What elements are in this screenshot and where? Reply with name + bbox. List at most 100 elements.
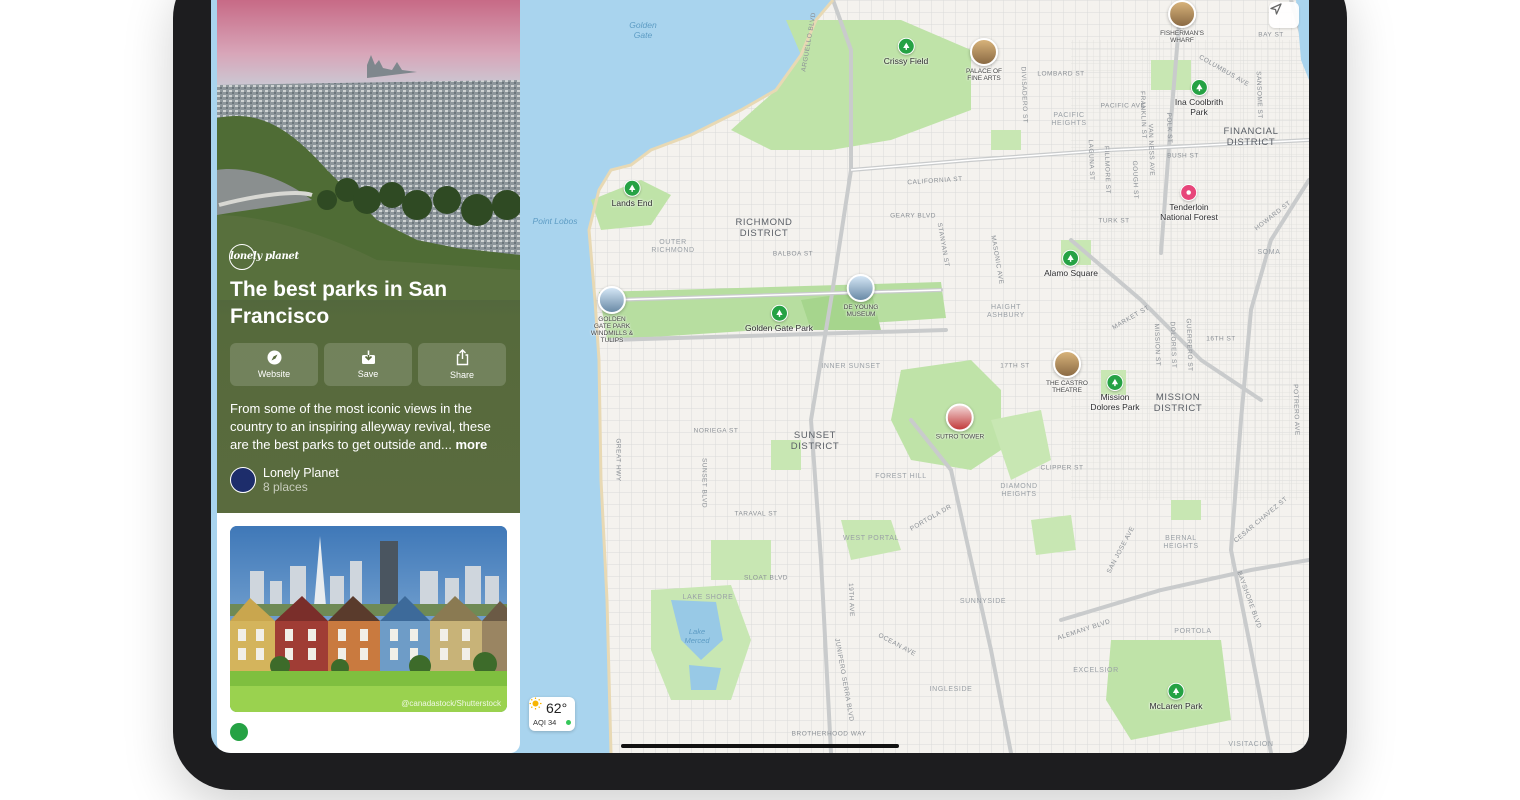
map-label-lake-merced: Lake Merced [684, 627, 710, 645]
pin-castro-theatre[interactable]: THE CASTRO THEATRE [1046, 350, 1088, 394]
pin-label: FISHERMAN'S WHARF [1160, 30, 1204, 44]
weather-widget[interactable]: 62° AQI 34 [529, 697, 575, 731]
pin-fishermans-wharf[interactable]: FISHERMAN'S WHARF [1160, 0, 1204, 44]
map-street-gough: GOUGH ST [1130, 160, 1140, 200]
guide-panel[interactable]: lonely planet The best parks in San Fran… [217, 0, 520, 753]
map-label-financial: FINANCIAL DISTRICT [1223, 126, 1279, 148]
map-street-brotherhood: BROTHERHOOD WAY [791, 730, 867, 738]
publisher-avatar [230, 467, 256, 493]
map-street-mission: MISSION ST [1152, 323, 1162, 367]
map-street-clipper: CLIPPER ST [1040, 464, 1084, 472]
tree-icon [623, 179, 641, 197]
windmill-landmark-icon [597, 286, 626, 314]
pin-alamo-square[interactable]: Alamo Square [1044, 249, 1098, 279]
map-street-19th: 19TH AVE [846, 582, 856, 618]
guide-title: The best parks in San Francisco [230, 278, 448, 328]
painted-ladies-photo [230, 526, 507, 712]
tower-landmark-icon [945, 403, 974, 432]
pin-de-young[interactable]: DE YOUNG MUSEUM [843, 274, 879, 318]
pin-tenderloin-forest[interactable]: Tenderloin National Forest [1160, 184, 1218, 222]
pin-label: Lands End [611, 197, 653, 208]
pin-ina-coolbrith[interactable]: Ina Coolbrith Park [1175, 79, 1223, 117]
map-street-pacific: PACIFIC AVE [1100, 102, 1146, 110]
pin-label: McLaren Park [1149, 700, 1203, 711]
more-link[interactable]: more [456, 437, 488, 452]
pin-label: DE YOUNG MUSEUM [843, 304, 879, 318]
map-label-outer-richmond: OUTER RICHMOND [651, 239, 695, 254]
place-photo-card[interactable]: @canadastock/Shutterstock [230, 526, 507, 712]
pin-lands-end[interactable]: Lands End [611, 179, 653, 209]
map-street-sloat: SLOAT BLVD [743, 574, 789, 582]
pin-palace-fine-arts[interactable]: PALACE OF FINE ARTS [966, 38, 1002, 82]
tree-icon [1062, 249, 1080, 267]
ipad-screen: RICHMOND DISTRICT SUNSET DISTRICT MISSIO… [211, 0, 1309, 753]
map-street-bush: BUSH ST [1167, 152, 1199, 160]
map-label-inner-sunset: INNER SUNSET [821, 363, 881, 370]
pin-sutro-tower[interactable]: SUTRO TOWER [935, 403, 985, 441]
map-street-taraval: TARAVAL ST [734, 510, 778, 518]
map-street-sunset-blvd: SUNSET BLVD [700, 457, 708, 509]
guide-description-text: From some of the most iconic views in th… [230, 401, 491, 452]
map-street-bay: BAY ST [1258, 31, 1284, 39]
save-button[interactable]: Save [324, 343, 412, 386]
aqi-status-dot [566, 720, 571, 725]
guide-description: From some of the most iconic views in th… [230, 400, 510, 454]
wharf-landmark-icon [1167, 0, 1196, 28]
pin-label: SUTRO TOWER [935, 433, 985, 441]
home-indicator[interactable] [621, 744, 899, 748]
website-label: Website [257, 369, 291, 379]
compass-icon [267, 350, 281, 365]
map-label-richmond: RICHMOND DISTRICT [735, 217, 793, 239]
lonely-planet-logo: lonely planet [229, 244, 299, 270]
aqi-value: AQI 34 [533, 718, 557, 727]
location-arrow-icon [1270, 3, 1282, 15]
pin-golden-gate-park[interactable]: Golden Gate Park [744, 304, 814, 334]
temperature: 62° [546, 700, 568, 716]
pin-crissy-field[interactable]: Crissy Field [884, 37, 928, 67]
map-label-haight: HAIGHT ASHBURY [987, 304, 1025, 319]
website-button[interactable]: Website [230, 343, 318, 386]
map-label-pacific-heights: PACIFIC HEIGHTS [1051, 112, 1087, 127]
pin-label: PALACE OF FINE ARTS [965, 68, 1003, 82]
flower-icon [1180, 184, 1198, 201]
share-icon [456, 349, 468, 366]
map-street-17th: 17TH ST [1000, 362, 1030, 370]
map-label-visitacion: VISITACION [1228, 741, 1274, 748]
map-street-16th: 16TH ST [1206, 335, 1236, 343]
pin-label: Alamo Square [1044, 267, 1098, 278]
pin-mclaren-park[interactable]: McLaren Park [1149, 682, 1203, 712]
tree-icon [1106, 374, 1124, 391]
guide-actions: Website Save Share [230, 343, 506, 386]
next-item-tree-icon [230, 723, 248, 741]
pin-label: GOLDEN GATE PARK WINDMILLS & TULIPS [590, 316, 634, 344]
map-label-excelsior: EXCELSIOR [1073, 667, 1119, 674]
sun-icon [529, 697, 542, 710]
map-street-geary: GEARY BLVD [890, 212, 936, 220]
pin-label: Tenderloin National Forest [1160, 202, 1218, 222]
map-label-diamond-heights: DIAMOND HEIGHTS [1000, 483, 1038, 498]
map-street-polk: POLK ST [1164, 112, 1174, 144]
pin-mission-dolores[interactable]: Mission Dolores Park [1090, 374, 1140, 412]
map-label-west-portal: WEST PORTAL [843, 535, 899, 542]
place-count: 8 places [263, 480, 308, 494]
guide-card[interactable]: lonely planet The best parks in San Fran… [217, 0, 520, 513]
map-label-sunnyside: SUNNYSIDE [959, 598, 1007, 605]
map-label-golden-gate: Golden Gate [629, 20, 657, 40]
share-button[interactable]: Share [418, 343, 506, 386]
publisher-wordmark: lonely planet [230, 251, 299, 262]
pin-windmill[interactable]: GOLDEN GATE PARK WINDMILLS & TULIPS [591, 286, 633, 344]
save-tray-icon [361, 350, 375, 364]
share-label: Share [449, 370, 475, 380]
pin-label: Ina Coolbrith Park [1174, 97, 1224, 117]
map-label-mission: MISSION DISTRICT [1153, 392, 1203, 414]
map-street-balboa: BALBOA ST [772, 250, 814, 258]
tree-icon [897, 37, 915, 55]
location-button[interactable] [1269, 2, 1299, 28]
map-street-noriega: NORIEGA ST [693, 427, 739, 435]
guide-author[interactable]: Lonely Planet 8 places [230, 466, 339, 494]
photo-credit: @canadastock/Shutterstock [401, 699, 501, 708]
museum-landmark-icon [847, 274, 875, 302]
map-label-soma: SOMA [1257, 249, 1281, 256]
map-label-portola: PORTOLA [1174, 628, 1212, 635]
pin-label: Golden Gate Park [744, 322, 814, 333]
